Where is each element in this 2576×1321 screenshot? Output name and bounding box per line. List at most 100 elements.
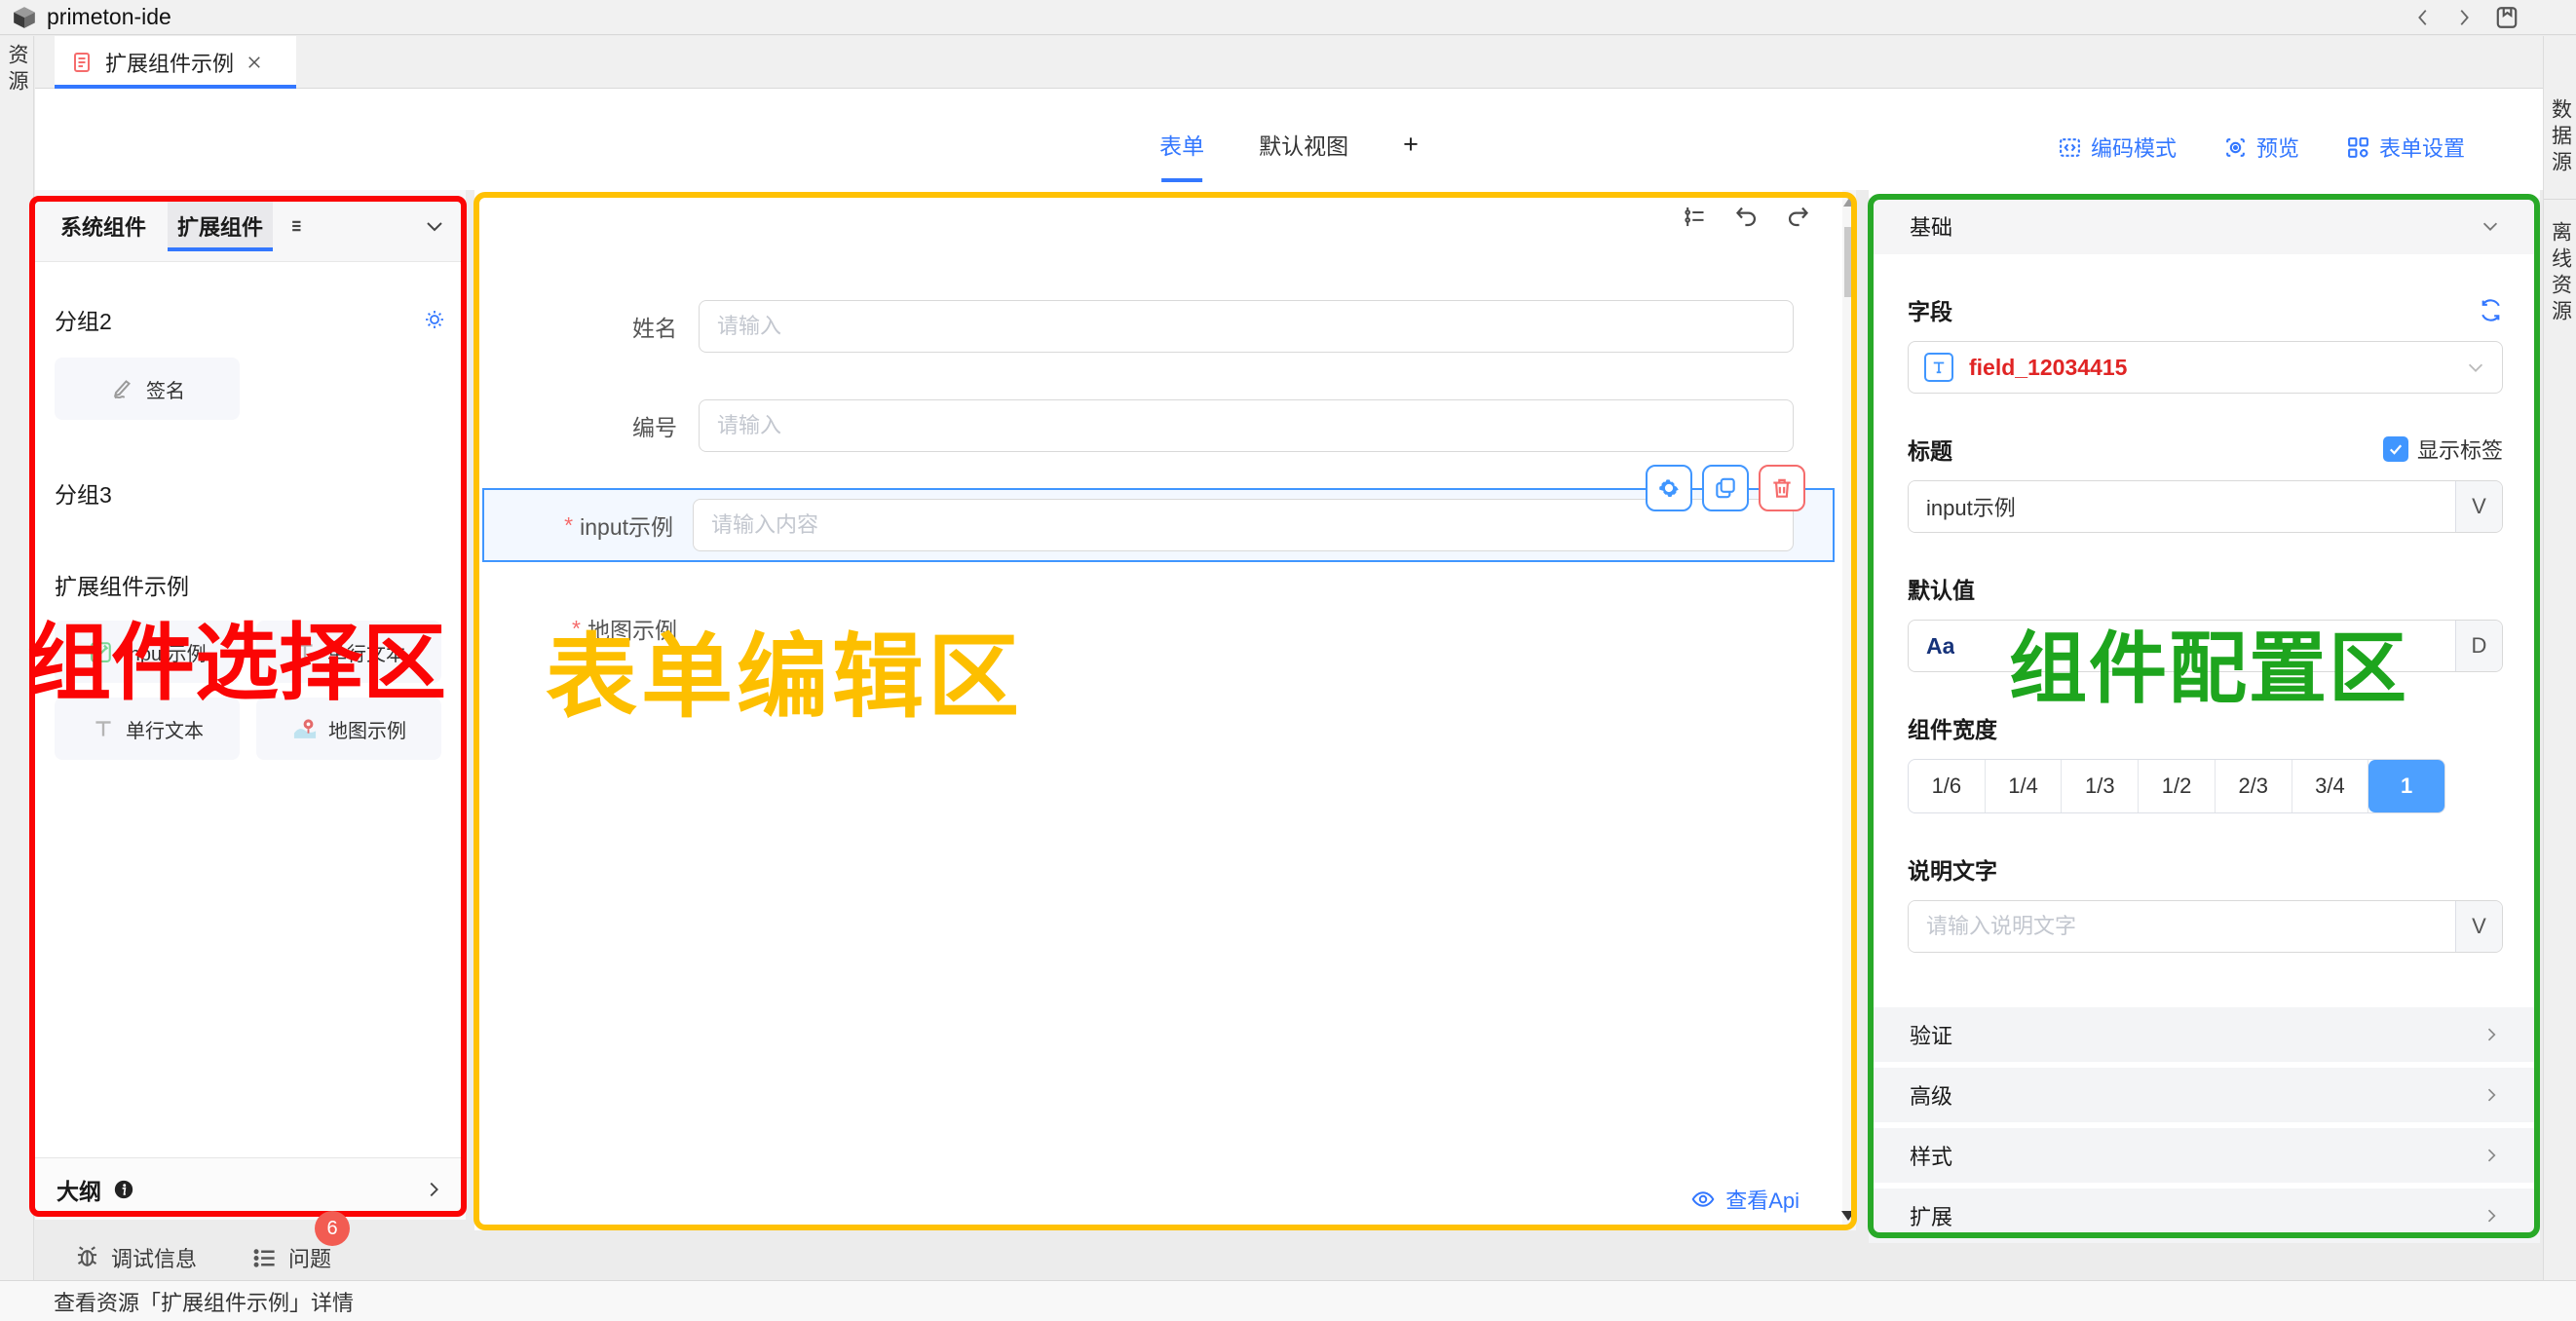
field-label: * input示例 [484,509,673,542]
section-advanced-label: 高级 [1910,1079,1952,1111]
undo-icon[interactable] [1733,204,1760,230]
show-label-text: 显示标签 [2417,434,2503,465]
preview-button[interactable]: 预览 [2223,132,2299,163]
default-value-aa-prefix[interactable]: Aa [1909,621,1954,671]
section-validation[interactable]: 验证 [1869,1007,2540,1062]
status-text: 查看资源「扩展组件示例」详情 [54,1286,354,1317]
group3-title: 分组3 [55,476,112,510]
canvas-scrollbar[interactable] [1842,190,1856,1230]
form-field-input-example-selected[interactable]: * input示例 [482,488,1835,562]
width-option-2-3[interactable]: 2/3 [2216,760,2292,812]
text-icon [292,639,318,664]
palette-collapse-icon[interactable] [423,214,446,238]
collapsed-sections: 验证 高级 样式 扩展 [1869,1007,2540,1243]
form-settings-button[interactable]: 表单设置 [2346,132,2465,163]
field-copy-button[interactable] [1702,465,1749,511]
palette-item-input-example[interactable]: input示例 [55,621,240,683]
title-variable-button[interactable]: V [2455,481,2502,532]
section-validation-label: 验证 [1910,1019,1952,1050]
palette-item-label: 单行文本 [126,715,204,743]
field-delete-button[interactable] [1759,465,1805,511]
tab-label: 扩展组件示例 [105,47,234,78]
section-style[interactable]: 样式 [1869,1128,2540,1183]
add-view-button[interactable]: + [1403,130,1419,160]
field-settings-button[interactable] [1646,465,1692,511]
section-basic-header[interactable]: 基础 [1869,198,2540,254]
palette-item-signature[interactable]: 签名 [55,358,240,420]
chevron-right-icon [2481,1025,2501,1044]
chevron-down-icon [2480,215,2501,237]
description-input[interactable] [1909,901,2455,952]
tab-extension-components[interactable]: 扩展组件 [168,201,273,251]
component-width-label: 组件宽度 [1908,711,1997,744]
form-field-map-example[interactable]: * 地图示例 [482,601,1794,656]
group-gear-icon[interactable] [423,308,446,331]
tab-extension-component-example[interactable]: 扩展组件示例 [55,36,296,89]
bug-icon [74,1245,100,1271]
field-property-label: 字段 [1908,293,1952,326]
group2-title: 分组2 [55,303,112,336]
text-field-type-icon [1924,353,1953,382]
width-option-1-3[interactable]: 1/3 [2062,760,2139,812]
width-option-3-4[interactable]: 3/4 [2292,760,2369,812]
description-variable-button[interactable]: V [2455,901,2502,952]
scrollbar-thumb[interactable] [1844,227,1854,297]
default-value-input[interactable] [1954,621,2455,671]
nav-forward-icon[interactable] [2453,7,2475,28]
scrollbar-up-arrow-icon[interactable] [1843,198,1855,207]
palette-menu-icon[interactable] [288,216,308,236]
input-example-input[interactable] [693,499,1794,551]
tab-default-view[interactable]: 默认视图 [1259,128,1348,161]
palette-body: 分组2 签名 分组3 扩展组件示例 input示例 [35,262,466,1157]
form-field-number[interactable]: 编号 [482,398,1794,453]
checkbox-checked-icon[interactable] [2383,436,2408,462]
bottom-toolbar: 调试信息 问题 [35,1235,2543,1280]
field-label: 编号 [482,409,677,442]
outline-bar[interactable]: 大纲 [35,1157,466,1220]
view-toolbar: 表单 默认视图 + 编码模式 预览 表单设置 [35,89,2543,190]
width-option-1-2[interactable]: 1/2 [2139,760,2216,812]
tab-close-icon[interactable] [246,54,263,71]
outline-expand-icon[interactable] [423,1179,444,1200]
debug-info-button[interactable]: 调试信息 [74,1242,197,1273]
show-label-checkbox[interactable]: 显示标签 [2383,434,2503,465]
rail-resources-tab[interactable]: 资源 [2,44,31,96]
width-option-1-4[interactable]: 1/4 [1986,760,2063,812]
default-value-d-button[interactable]: D [2455,621,2502,671]
redo-icon[interactable] [1785,204,1811,230]
scrollbar-down-arrow-icon[interactable] [1841,1211,1855,1221]
palette-item-label: 签名 [146,375,185,403]
rail-datasource-tab[interactable]: 数据源 [2546,98,2575,177]
title-input[interactable] [1909,481,2455,532]
palette-item-label: 单行文本 [327,638,405,666]
save-icon[interactable] [2494,5,2519,30]
palette-item-map-example[interactable]: 地图示例 [256,698,441,760]
document-tab-strip: 扩展组件示例 [35,36,2543,89]
required-mark: * [572,616,581,642]
view-api-link[interactable]: 查看Api [1690,1184,1799,1215]
nav-back-icon[interactable] [2412,7,2434,28]
palette-item-single-line-text-1[interactable]: 单行文本 [256,621,441,683]
section-advanced[interactable]: 高级 [1869,1068,2540,1122]
form-field-name[interactable]: 姓名 [482,299,1794,354]
field-select[interactable]: field_12034415 [1908,341,2503,394]
notification-badge: 6 [315,1211,350,1246]
palette-item-single-line-text-2[interactable]: 单行文本 [55,698,240,760]
required-mark: * [564,512,573,539]
outline-tree-icon[interactable] [1682,204,1708,230]
rail-offline-resources-tab[interactable]: 离线资源 [2546,221,2575,326]
tab-form[interactable]: 表单 [1159,128,1204,161]
name-input[interactable] [699,300,1794,353]
coding-mode-button[interactable]: 编码模式 [2058,132,2177,163]
tab-system-components[interactable]: 系统组件 [55,201,152,251]
refresh-icon[interactable] [2479,298,2503,322]
default-value-group: Aa D [1908,620,2503,672]
number-input[interactable] [699,399,1794,452]
debug-info-label: 调试信息 [111,1242,197,1273]
problems-button[interactable]: 问题 [251,1242,331,1273]
width-option-1-selected[interactable]: 1 [2368,760,2444,812]
chevron-right-icon [2481,1206,2501,1226]
group-title-row: 分组3 [55,476,446,510]
width-option-1-6[interactable]: 1/6 [1909,760,1986,812]
field-label: 姓名 [482,310,677,343]
